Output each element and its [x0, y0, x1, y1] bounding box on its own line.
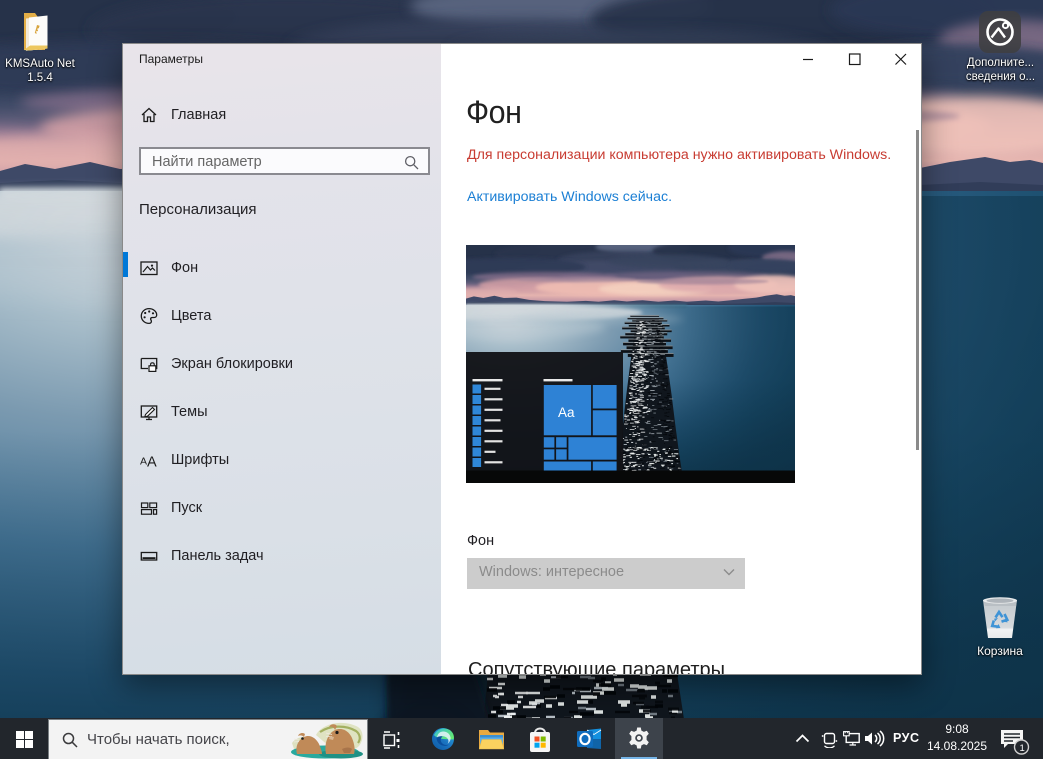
svg-text:A: A — [140, 456, 147, 468]
svg-text:A: A — [147, 455, 157, 470]
svg-text:1: 1 — [1020, 743, 1025, 754]
svg-text:Aa: Aa — [558, 405, 575, 420]
